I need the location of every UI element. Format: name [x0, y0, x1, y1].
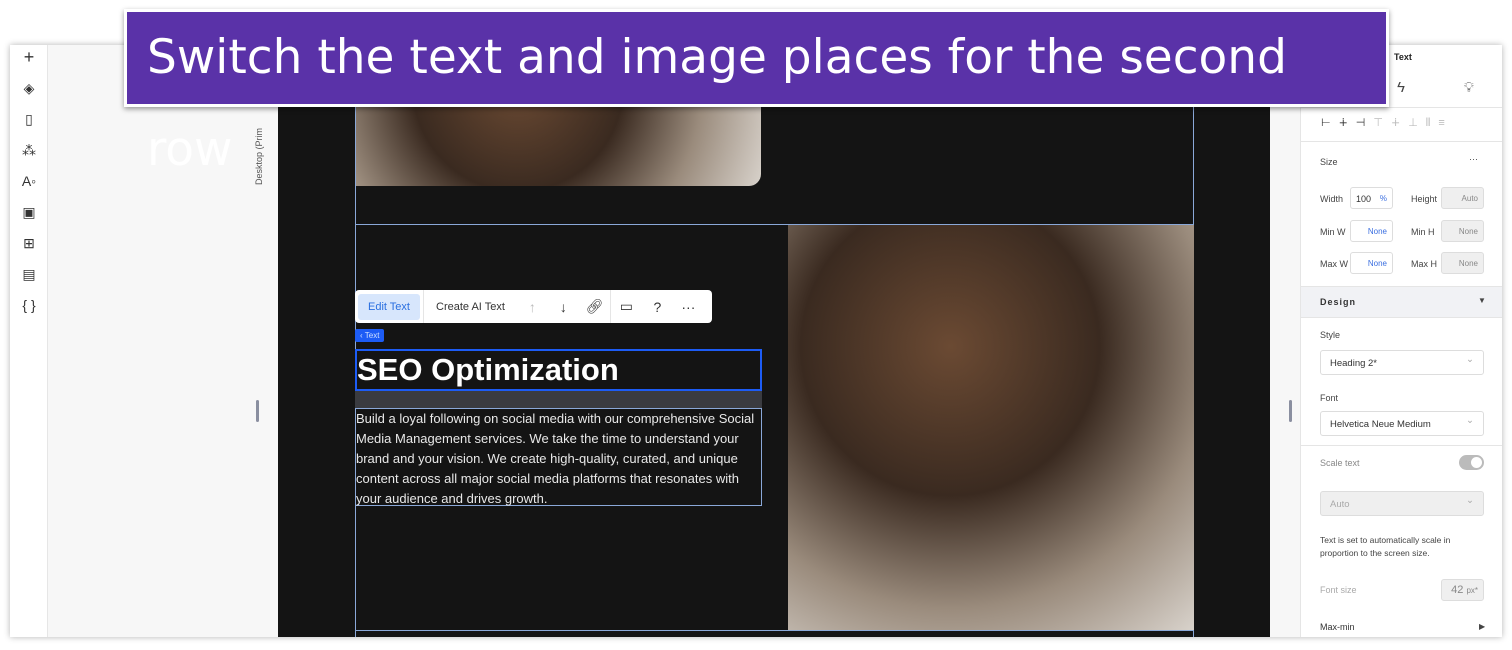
spacing-gap	[355, 391, 762, 409]
typography-icon[interactable]: A◦	[19, 171, 39, 191]
connections-icon[interactable]: ⁂	[19, 140, 39, 160]
size-label: Size	[1320, 157, 1338, 167]
minh-input[interactable]: None	[1441, 220, 1484, 242]
paragraph-text[interactable]: Build a loyal following on social media …	[355, 408, 762, 506]
height-label: Height	[1411, 194, 1438, 204]
minw-input[interactable]: None	[1350, 220, 1393, 242]
font-size-input[interactable]: 42 px*	[1441, 579, 1484, 601]
font-dropdown[interactable]: Helvetica Neue Medium	[1320, 411, 1484, 436]
code-icon[interactable]: { }	[19, 295, 39, 315]
style-label: Style	[1320, 330, 1341, 340]
section-row-3[interactable]	[355, 630, 1194, 637]
plus-icon[interactable]: +	[19, 47, 39, 67]
create-ai-text-button[interactable]: Create AI Text	[424, 301, 517, 313]
inspector-panel: Text ϟ 💡︎ ⊢∔⊣⊤∔⊥⫴≡ Size ··· Width 100% H…	[1300, 45, 1502, 637]
move-down-icon[interactable]: ↓	[548, 299, 579, 315]
table-icon[interactable]: ▤	[19, 264, 39, 284]
collapse-icon: ▼	[1478, 296, 1486, 305]
width-label: Width	[1320, 194, 1344, 204]
comment-icon[interactable]: ▭	[611, 298, 642, 315]
maxw-input[interactable]: None	[1350, 252, 1393, 274]
resize-handle-right[interactable]	[1289, 400, 1292, 422]
ai-tips-icon[interactable]: 💡︎	[1464, 79, 1474, 96]
help-icon[interactable]: ?	[642, 299, 673, 315]
element-tag[interactable]: ‹ Text	[355, 329, 385, 342]
style-dropdown[interactable]: Heading 2*	[1320, 350, 1484, 375]
design-section-header[interactable]: Design ▼	[1301, 286, 1502, 318]
align-icons[interactable]: ⊢∔⊣⊤∔⊥⫴≡	[1321, 116, 1453, 130]
instruction-banner: Switch the text and image places for the…	[124, 9, 1389, 177]
resize-handle-left[interactable]	[256, 400, 259, 422]
scale-note: Text is set to automatically scale in pr…	[1320, 535, 1451, 558]
move-up-icon[interactable]: ↑	[517, 299, 548, 315]
minw-label: Min W	[1320, 227, 1346, 237]
font-size-label: Font size	[1320, 585, 1357, 595]
heading-text[interactable]: SEO Optimization	[355, 349, 762, 391]
site-canvas: Edit Text Create AI Text ↑ ↓ 🔗︎ ▭ ? ··· …	[278, 45, 1270, 637]
panel-title: Text	[1394, 52, 1412, 62]
maxh-label: Max H	[1411, 259, 1438, 269]
floating-toolbar: Edit Text Create AI Text ↑ ↓ 🔗︎ ▭ ? ···	[355, 290, 712, 323]
left-toolbar: + ◈ ▯ ⁂ A◦ ▣ ⊞ ▤ { }	[10, 45, 48, 637]
canvas-right-margin	[1270, 45, 1300, 637]
edit-text-button[interactable]: Edit Text	[358, 293, 420, 320]
link-icon[interactable]: 🔗︎	[579, 298, 610, 315]
interactions-icon[interactable]: ϟ	[1397, 79, 1405, 96]
more-icon[interactable]: ···	[673, 299, 704, 315]
breakpoint-label: Desktop (Prim	[254, 127, 264, 185]
scale-text-label: Scale text	[1320, 458, 1360, 468]
maxmin-label[interactable]: Max-min	[1320, 622, 1355, 632]
row2-image[interactable]	[788, 225, 1194, 630]
minh-label: Min H	[1411, 227, 1435, 237]
layers-icon[interactable]: ◈	[19, 78, 39, 98]
apps-icon[interactable]: ⊞	[19, 233, 39, 253]
maxw-label: Max W	[1320, 259, 1348, 269]
page-icon[interactable]: ▯	[19, 109, 39, 129]
scale-text-toggle[interactable]	[1459, 455, 1484, 470]
size-more-icon[interactable]: ···	[1469, 154, 1478, 164]
image-icon[interactable]: ▣	[19, 202, 39, 222]
maxh-input[interactable]: None	[1441, 252, 1484, 274]
height-input[interactable]: Auto	[1441, 187, 1484, 209]
width-input[interactable]: 100%	[1350, 187, 1393, 209]
editor-window: + ◈ ▯ ⁂ A◦ ▣ ⊞ ▤ { } Desktop (Prim Edit …	[10, 45, 1502, 637]
expand-icon[interactable]: ▶	[1479, 622, 1485, 631]
font-label: Font	[1320, 393, 1339, 403]
scale-mode-dropdown[interactable]: Auto	[1320, 491, 1484, 516]
